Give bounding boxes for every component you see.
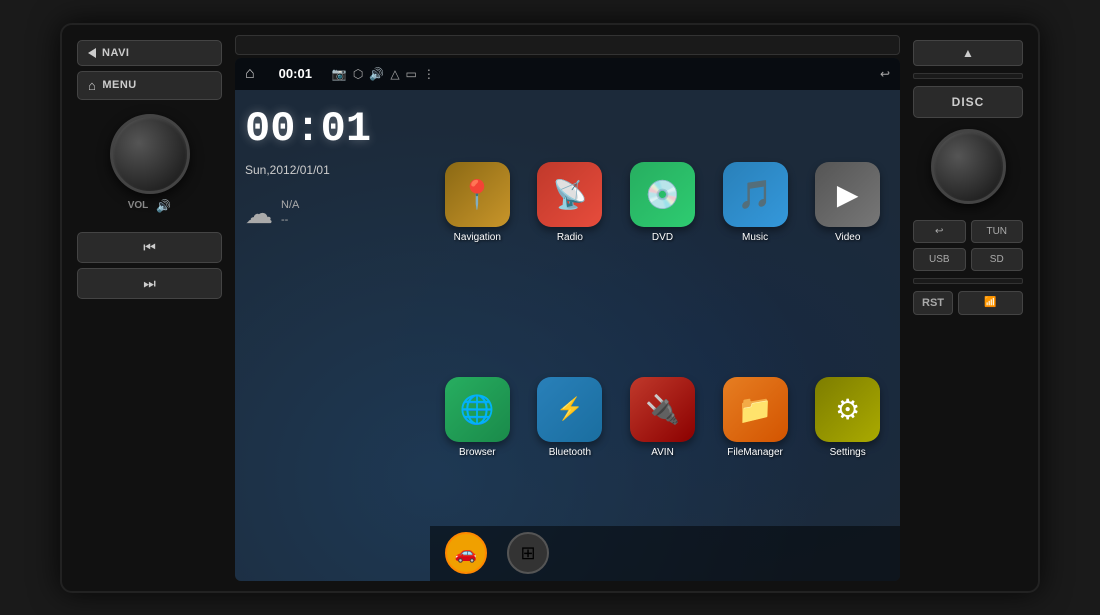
- card-slot: [913, 278, 1023, 284]
- left-top-buttons: NAVI ⌂ MENU: [77, 40, 222, 100]
- screen-status-icon: ▭: [406, 67, 417, 81]
- dock-car-item[interactable]: 🚗: [445, 532, 487, 574]
- vol-controls: VOL 🔊: [128, 199, 172, 213]
- menu-icon: ⌂: [88, 78, 96, 93]
- audio-status-icon: 🔊: [369, 67, 384, 81]
- app-item-filemanager[interactable]: 📁 FileManager: [713, 314, 798, 521]
- bluetooth-label: Bluetooth: [549, 447, 591, 458]
- app-item-music[interactable]: 🎵 Music: [713, 100, 798, 307]
- settings-icon: ⚙: [815, 377, 880, 442]
- app-item-bluetooth[interactable]: ⚡ Bluetooth: [528, 314, 613, 521]
- dvd-icon: 💿: [630, 162, 695, 227]
- app-grid: 📍 Navigation 📡 Radio 💿 DVD 🎵 Music: [430, 90, 900, 581]
- prev-button[interactable]: ⏮: [77, 232, 222, 263]
- back-status-icon: ↩: [880, 67, 890, 81]
- right-knob-area: [913, 129, 1023, 204]
- right-row-1: ↩ TUN: [913, 220, 1023, 243]
- weather-widget: ☁ N/A --: [245, 197, 420, 230]
- disc-slot-top: [235, 35, 900, 55]
- wifi-button[interactable]: 📶: [958, 291, 1023, 315]
- home-icon[interactable]: ⌂: [245, 65, 255, 83]
- dvd-label: DVD: [652, 232, 673, 243]
- radio-label: Radio: [557, 232, 583, 243]
- rst-button[interactable]: RST: [913, 291, 953, 315]
- status-time: 00:01: [279, 66, 312, 81]
- menu-label: MENU: [102, 79, 136, 91]
- app-item-video[interactable]: ▶ Video: [805, 100, 890, 307]
- app-item-settings[interactable]: ⚙ Settings: [805, 314, 890, 521]
- app-item-dvd[interactable]: 💿 DVD: [620, 100, 705, 307]
- left-info-panel: 00:01 Sun,2012/01/01 ☁ N/A --: [235, 90, 430, 581]
- right-row-2: USB SD: [913, 248, 1023, 271]
- sd-button[interactable]: SD: [971, 248, 1024, 271]
- weather-desc: --: [281, 213, 299, 228]
- disc-button[interactable]: DISC: [913, 86, 1023, 118]
- back-button[interactable]: ↩: [913, 220, 966, 243]
- status-right: ↩: [880, 67, 890, 81]
- right-top-buttons: ▲ DISC: [913, 40, 1023, 118]
- eject-button[interactable]: ▲: [913, 40, 1023, 66]
- app-item-navigation[interactable]: 📍 Navigation: [435, 100, 520, 307]
- disc-slot: [913, 73, 1023, 79]
- signal-status-icon: ⬡: [353, 67, 363, 81]
- left-knob-area: VOL 🔊: [77, 114, 222, 213]
- avin-label: AVIN: [651, 447, 674, 458]
- cloud-icon: ☁: [245, 197, 273, 230]
- tuning-knob[interactable]: [931, 129, 1006, 204]
- screen-content: 00:01 Sun,2012/01/01 ☁ N/A -- 📍: [235, 90, 900, 581]
- video-label: Video: [835, 232, 860, 243]
- more-status-icon: ⋮: [423, 67, 435, 81]
- date-display: Sun,2012/01/01: [245, 163, 420, 177]
- speaker-icon: 🔊: [156, 199, 171, 213]
- main-screen: ⌂ 00:01 📷 ⬡ 🔊 △ ▭ ⋮ ↩ 00:01: [235, 58, 900, 581]
- settings-label: Settings: [830, 447, 866, 458]
- disc-status-icon: △: [390, 67, 399, 81]
- browser-label: Browser: [459, 447, 496, 458]
- right-panel: ▲ DISC ↩ TUN USB SD RST 📶: [908, 35, 1028, 581]
- tun-button[interactable]: TUN: [971, 220, 1024, 243]
- dock-grid-item[interactable]: ⊞: [507, 532, 549, 574]
- video-icon: ▶: [815, 162, 880, 227]
- vol-label: VOL: [128, 200, 149, 211]
- avin-icon: 🔌: [630, 377, 695, 442]
- next-button[interactable]: ⏭: [77, 268, 222, 299]
- navigation-icon: 📍: [445, 162, 510, 227]
- right-row-3: RST 📶: [913, 291, 1023, 315]
- right-buttons: ↩ TUN USB SD RST 📶: [913, 220, 1023, 315]
- browser-icon: 🌐: [445, 377, 510, 442]
- camera-status-icon: 📷: [332, 67, 347, 81]
- status-bar: ⌂ 00:01 📷 ⬡ 🔊 △ ▭ ⋮ ↩: [235, 58, 900, 90]
- media-buttons: ⏮ ⏭: [77, 232, 222, 299]
- status-icons: 📷 ⬡ 🔊 △ ▭ ⋮: [332, 67, 435, 81]
- navigation-label: Navigation: [454, 232, 501, 243]
- music-label: Music: [742, 232, 768, 243]
- menu-button[interactable]: ⌂ MENU: [77, 71, 222, 100]
- filemanager-icon: 📁: [723, 377, 788, 442]
- music-icon: 🎵: [723, 162, 788, 227]
- clock-display: 00:01: [245, 105, 420, 153]
- car-head-unit: NAVI ⌂ MENU VOL 🔊 ⏮ ⏭ ⌂ 00:01: [60, 23, 1040, 593]
- weather-temp: N/A: [281, 198, 299, 213]
- bluetooth-icon: ⚡: [537, 377, 602, 442]
- navi-button[interactable]: NAVI: [77, 40, 222, 66]
- screen-wrapper: ⌂ 00:01 📷 ⬡ 🔊 △ ▭ ⋮ ↩ 00:01: [235, 35, 900, 581]
- volume-knob[interactable]: [110, 114, 190, 194]
- radio-icon: 📡: [537, 162, 602, 227]
- left-panel: NAVI ⌂ MENU VOL 🔊 ⏮ ⏭: [72, 35, 227, 581]
- usb-button[interactable]: USB: [913, 248, 966, 271]
- app-item-radio[interactable]: 📡 Radio: [528, 100, 613, 307]
- filemanager-label: FileManager: [727, 447, 783, 458]
- app-item-browser[interactable]: 🌐 Browser: [435, 314, 520, 521]
- navi-label: NAVI: [102, 47, 129, 59]
- bottom-dock: 🚗 ⊞: [430, 526, 900, 581]
- weather-info: N/A --: [281, 198, 299, 229]
- app-item-avin[interactable]: 🔌 AVIN: [620, 314, 705, 521]
- navi-icon: [88, 48, 96, 58]
